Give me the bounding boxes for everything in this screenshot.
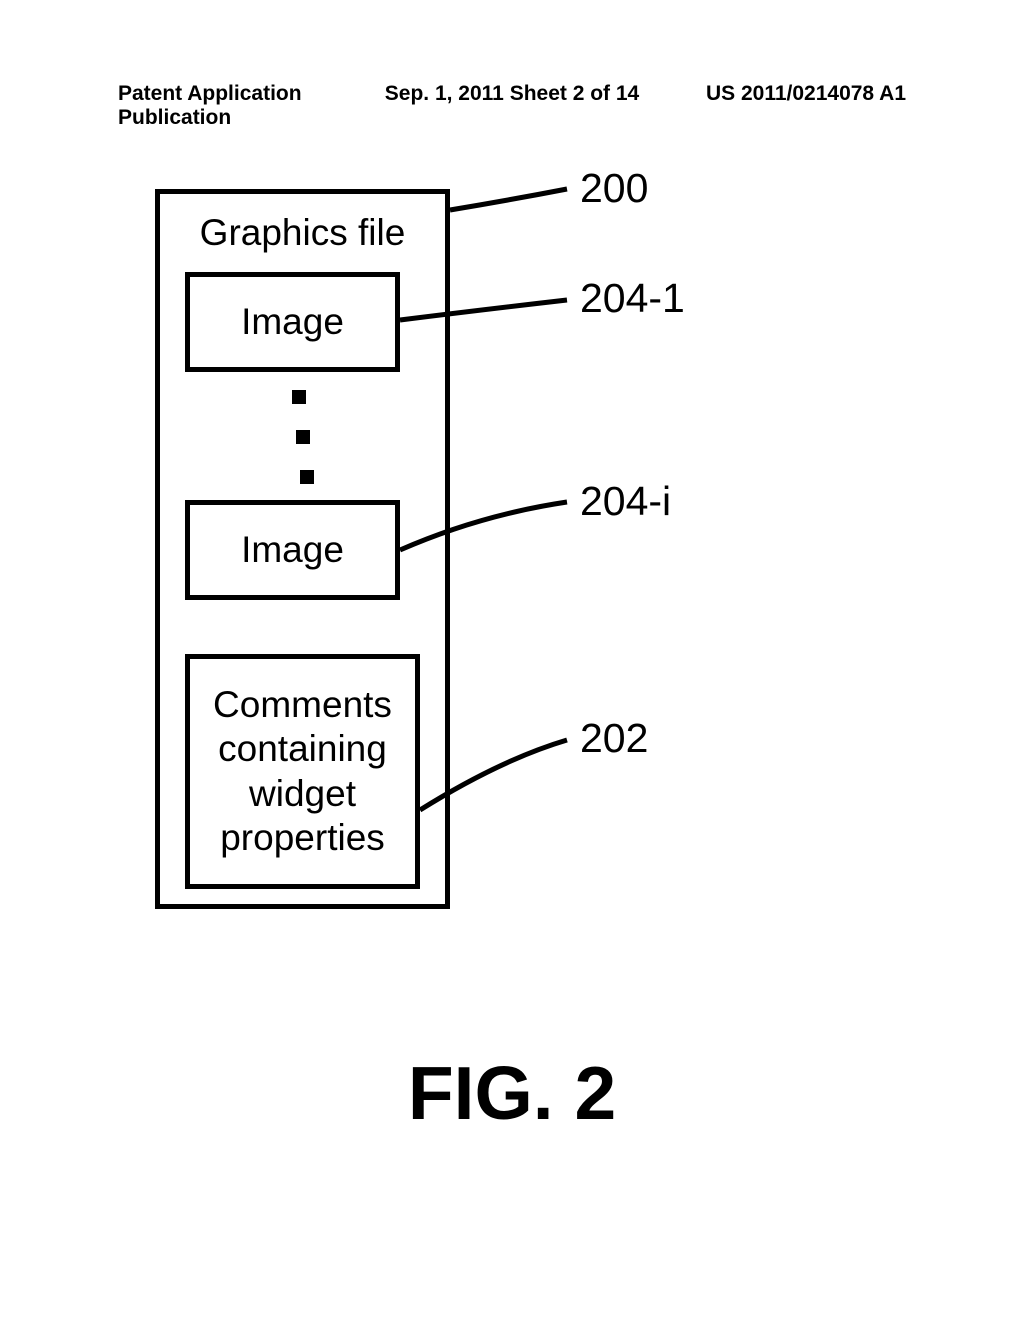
image-box-1-label: Image [241,300,344,344]
image-box-i-label: Image [241,528,344,572]
graphics-file-box: Graphics file Image Image Comments conta… [155,189,450,909]
ref-204-1: 204-1 [580,275,685,322]
comments-box-label: Comments containing widget properties [190,683,415,861]
ref-204-i: 204-i [580,478,671,525]
ellipsis-dots [278,380,318,490]
page: Patent Application Publication Sep. 1, 2… [0,0,1024,1320]
graphics-file-title: Graphics file [160,212,445,254]
ref-202: 202 [580,715,648,762]
header-left: Patent Application Publication [118,82,381,130]
ref-200: 200 [580,165,648,212]
page-header: Patent Application Publication Sep. 1, 2… [118,82,906,130]
header-right: US 2011/0214078 A1 [643,82,906,130]
header-center: Sep. 1, 2011 Sheet 2 of 14 [381,82,644,130]
figure-caption: FIG. 2 [0,1050,1024,1136]
image-box-1: Image [185,272,400,372]
comments-box: Comments containing widget properties [185,654,420,889]
image-box-i: Image [185,500,400,600]
